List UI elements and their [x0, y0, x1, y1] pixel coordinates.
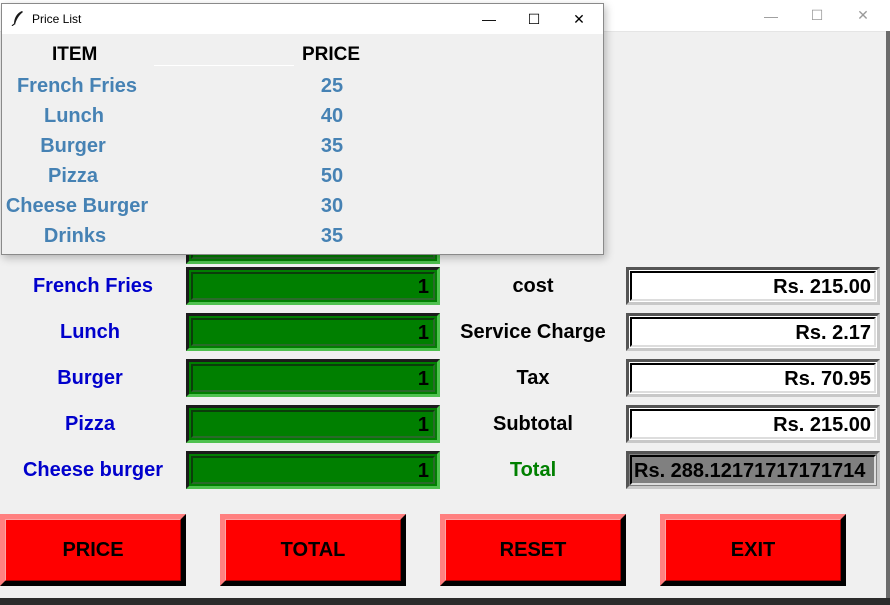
reset-button-label: RESET — [499, 538, 567, 561]
qty-field-lunch[interactable]: 1 — [186, 313, 440, 351]
price-list-price: 25 — [320, 75, 344, 97]
price-list-item: Pizza — [47, 165, 99, 187]
price-button[interactable]: PRICE — [0, 514, 186, 586]
qty-value: 1 — [417, 322, 429, 344]
feather-icon — [11, 11, 23, 26]
qty-field-french-fries[interactable]: 1 — [186, 267, 440, 305]
price-list-item: Cheese Burger — [5, 195, 149, 217]
price-list-item: Drinks — [43, 225, 107, 247]
price-button-label: PRICE — [62, 538, 124, 561]
price-list-price: 40 — [320, 105, 344, 127]
item-label-pizza: Pizza — [64, 413, 116, 435]
qty-field-pizza[interactable]: 1 — [186, 405, 440, 443]
popup-close-button[interactable]: ✕ — [556, 4, 602, 34]
price-list-item: Lunch — [44, 105, 104, 127]
price-column-header: PRICE — [302, 44, 361, 65]
qty-field-burger[interactable]: 1 — [186, 359, 440, 397]
service-charge-value: Rs. 2.17 — [795, 322, 871, 344]
qty-value: 1 — [417, 460, 429, 482]
cost-label: cost — [512, 275, 554, 297]
reset-button[interactable]: RESET — [440, 514, 626, 586]
exit-button[interactable]: EXIT — [660, 514, 846, 586]
header-divider — [154, 65, 294, 66]
total-value: Rs. 288.12171717171714 — [634, 460, 866, 482]
price-list-price: 35 — [320, 225, 344, 247]
qty-value: 1 — [417, 414, 429, 436]
popup-maximize-button[interactable]: ☐ — [511, 4, 557, 34]
price-list-item: Burger — [40, 135, 106, 157]
total-button[interactable]: TOTAL — [220, 514, 406, 586]
minimize-icon: — — [764, 7, 778, 24]
item-column-header: ITEM — [52, 44, 98, 65]
window-edge — [886, 31, 890, 605]
cost-field[interactable]: Rs. 215.00 — [626, 267, 880, 305]
item-label-french-fries: French Fries — [32, 275, 154, 297]
item-label-cheese-burger: Cheese burger — [22, 459, 164, 481]
subtotal-label: Subtotal — [493, 413, 573, 435]
close-icon: ✕ — [857, 7, 869, 23]
tax-label: Tax — [516, 367, 550, 389]
main-close-button[interactable]: ✕ — [840, 0, 886, 31]
minimize-icon: — — [482, 11, 496, 27]
exit-button-label: EXIT — [730, 538, 776, 561]
popup-minimize-button[interactable]: — — [466, 4, 512, 34]
price-list-title-bar[interactable]: Price List — ☐ ✕ — [2, 4, 603, 34]
price-list-item: French Fries — [16, 75, 138, 97]
price-list-price: 50 — [320, 165, 344, 187]
taskbar-edge — [0, 598, 890, 605]
main-maximize-button[interactable]: ☐ — [794, 0, 840, 31]
item-label-lunch: Lunch — [60, 321, 120, 343]
close-icon: ✕ — [573, 10, 585, 27]
price-list-title: Price List — [32, 12, 82, 26]
tax-field[interactable]: Rs. 70.95 — [626, 359, 880, 397]
cost-value: Rs. 215.00 — [773, 276, 871, 298]
service-charge-field[interactable]: Rs. 2.17 — [626, 313, 880, 351]
tax-value: Rs. 70.95 — [784, 368, 871, 390]
price-list-window: Price List — ☐ ✕ ITEM PRICE French Fries… — [1, 3, 604, 255]
qty-value: 1 — [417, 276, 429, 298]
price-list-price: 30 — [320, 195, 344, 217]
qty-value: 1 — [417, 368, 429, 390]
subtotal-value: Rs. 215.00 — [773, 414, 871, 436]
maximize-icon: ☐ — [810, 7, 824, 23]
main-minimize-button[interactable]: — — [748, 0, 794, 31]
price-list-price: 35 — [320, 135, 344, 157]
service-charge-label: Service Charge — [460, 321, 606, 343]
total-button-label: TOTAL — [280, 538, 346, 561]
total-field[interactable]: Rs. 288.12171717171714 — [626, 451, 880, 489]
qty-field-cheese-burger[interactable]: 1 — [186, 451, 440, 489]
subtotal-field[interactable]: Rs. 215.00 — [626, 405, 880, 443]
item-label-burger: Burger — [57, 367, 123, 389]
total-label: Total — [509, 459, 557, 481]
maximize-icon: ☐ — [527, 10, 541, 27]
